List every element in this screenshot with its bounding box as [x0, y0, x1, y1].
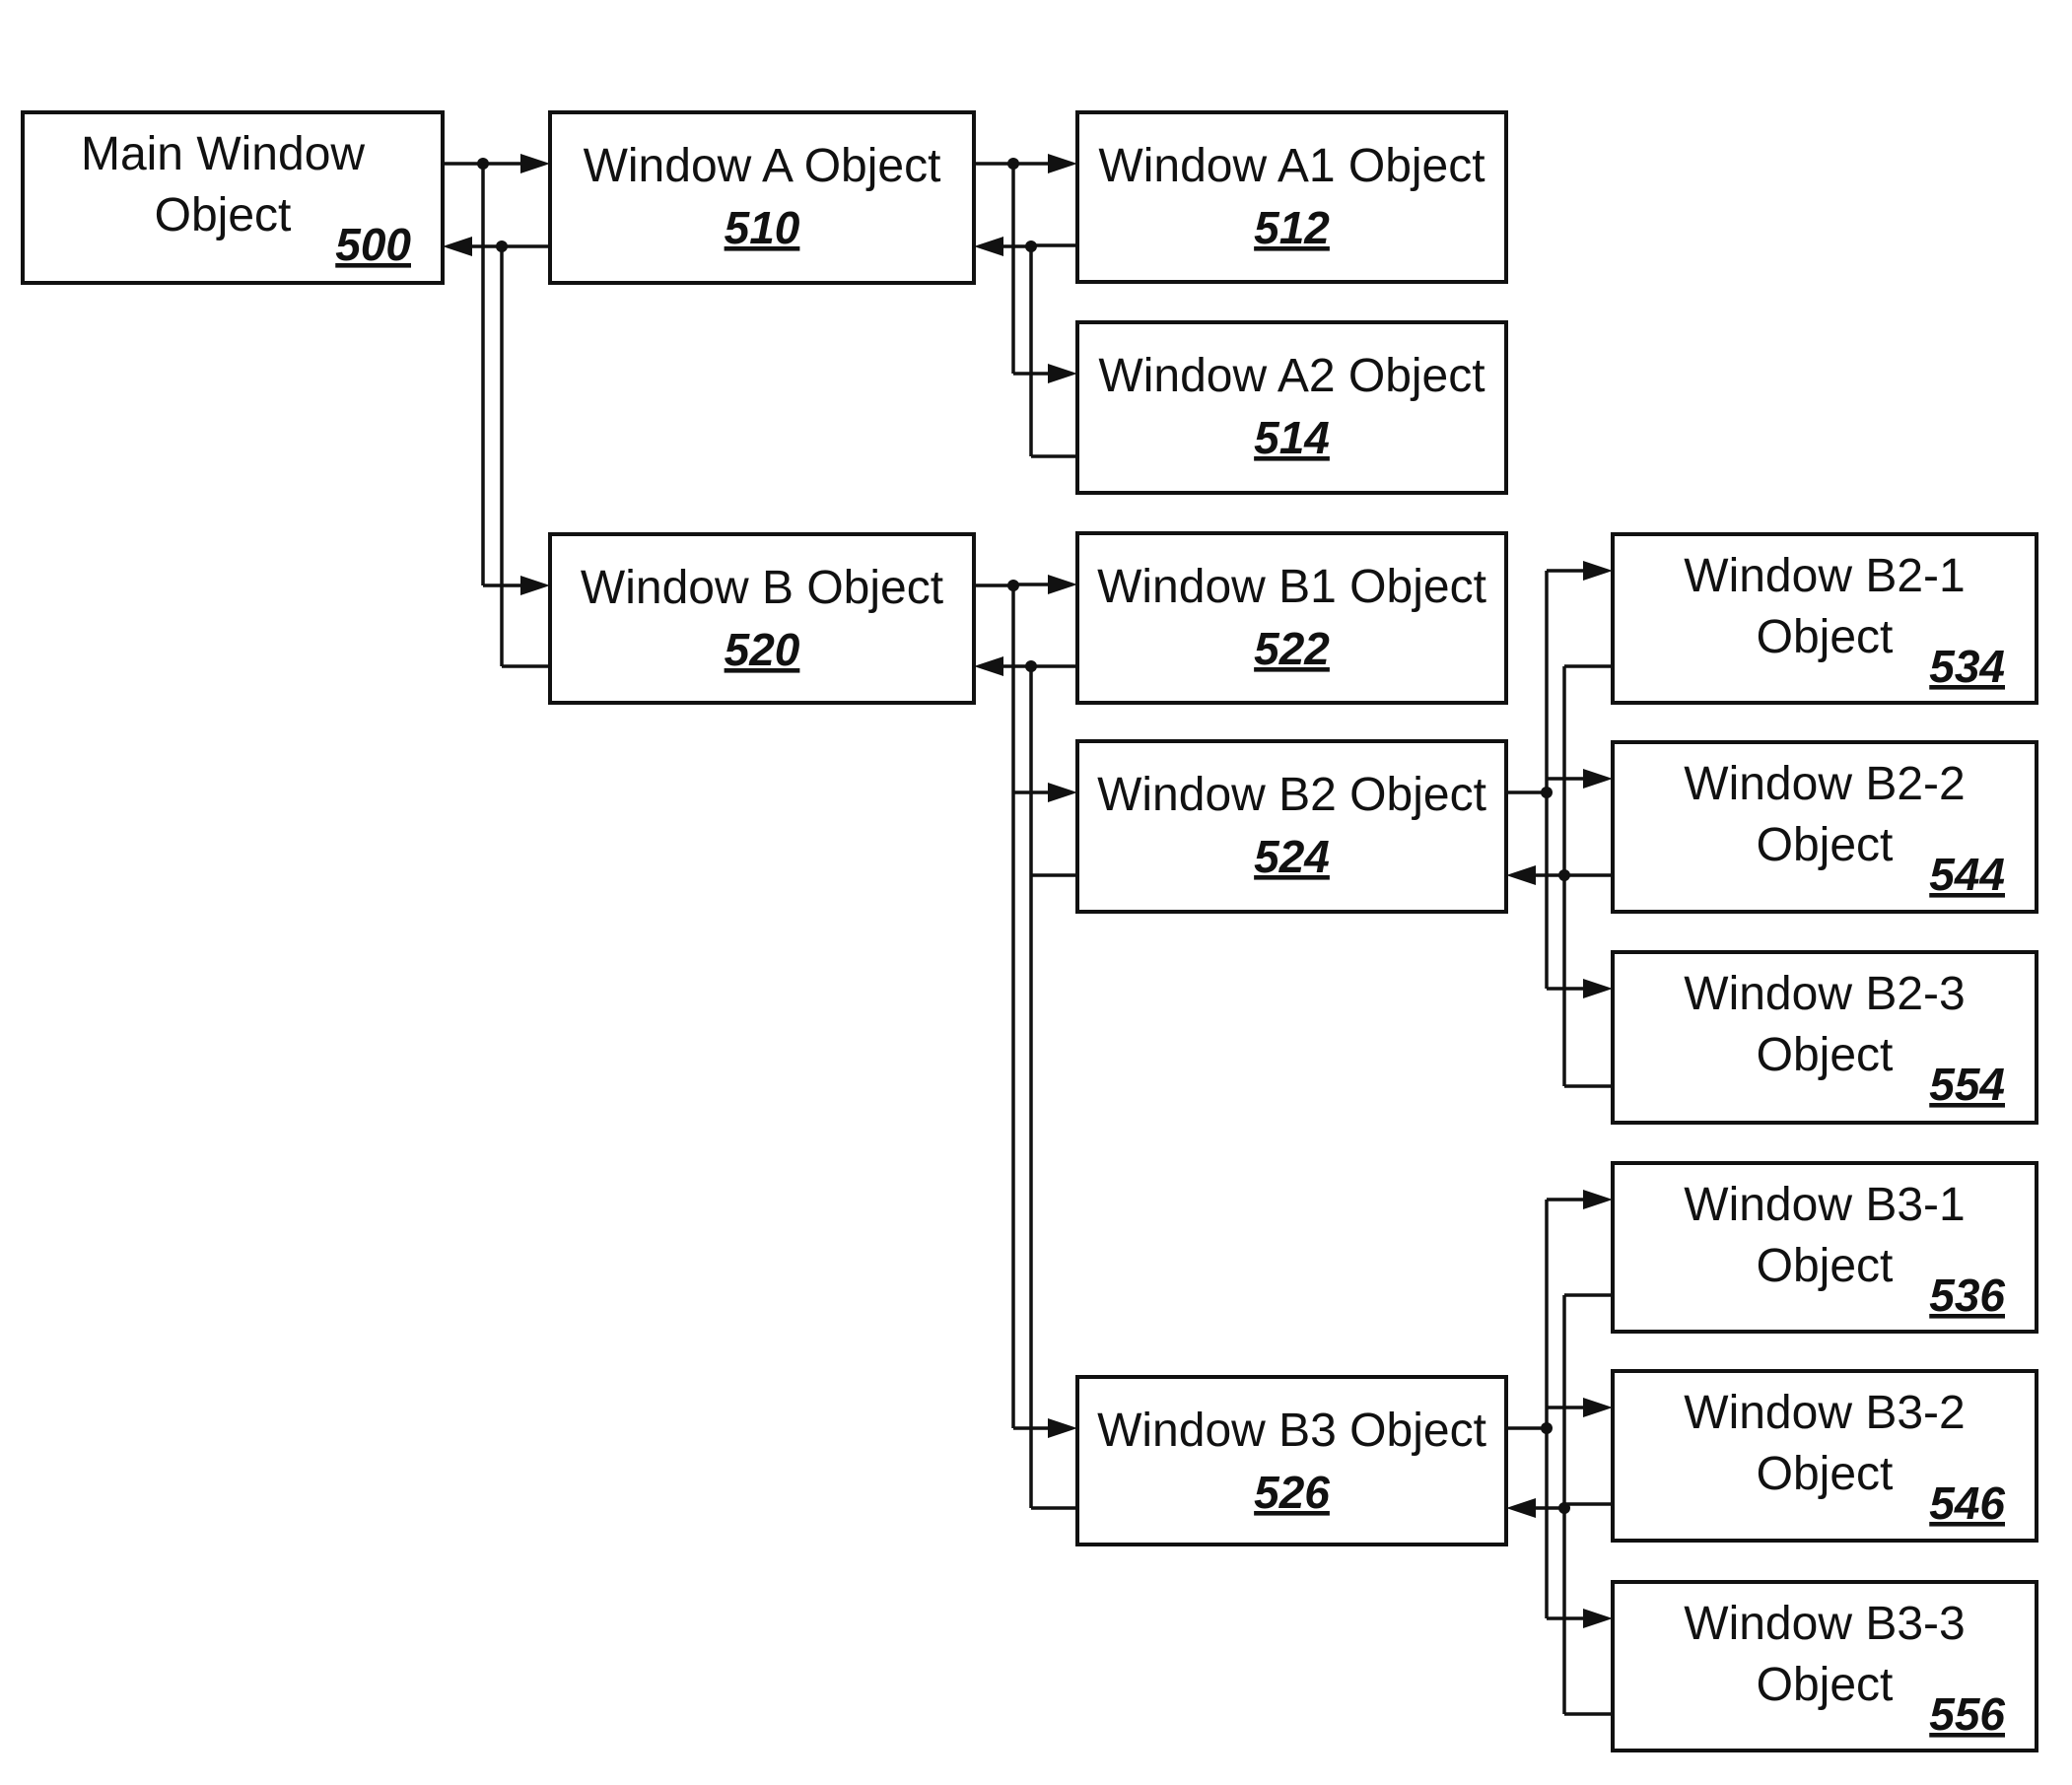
arrow-head-icon: [1506, 865, 1536, 885]
node-label-line: Window B3-3: [1684, 1598, 1965, 1650]
arrow-head-icon: [1583, 1190, 1613, 1209]
node-label: Window B Object: [581, 562, 943, 614]
reference-number: 514: [1254, 412, 1330, 463]
reference-number: 546: [1929, 1477, 2005, 1529]
junction-dot: [1541, 787, 1553, 798]
node-label-line: Window B3-1: [1684, 1179, 1965, 1231]
arrow-head-icon: [1048, 364, 1077, 383]
node-b2-1: Window B2-1 Object 534: [1611, 532, 2038, 705]
node-label-line: Window B2-3: [1684, 968, 1965, 1020]
node-label: Window B1 Object: [1097, 561, 1486, 613]
node-main: Main Window Object 500: [21, 110, 445, 285]
node-label: Window A1 Object: [1098, 140, 1485, 192]
node-label-line: Main Window: [81, 128, 365, 180]
node-b3-3: Window B3-3 Object 556: [1611, 1580, 2038, 1752]
reference-number: 556: [1929, 1688, 2005, 1740]
node-label-line: Object: [1757, 819, 1894, 871]
reference-number: 544: [1929, 849, 2005, 900]
arrow-head-icon: [1048, 783, 1077, 802]
node-label-line: Object: [155, 189, 292, 241]
reference-number: 554: [1929, 1059, 2005, 1110]
reference-number: 512: [1254, 202, 1330, 253]
reference-number: 536: [1929, 1270, 2005, 1321]
arrow-head-icon: [1506, 1498, 1536, 1518]
node-box: [1075, 320, 1508, 495]
arrow-head-icon: [1583, 979, 1613, 998]
node-label: Window B2 Object: [1097, 769, 1486, 821]
node-a1: Window A1 Object 512: [1075, 110, 1508, 284]
node-box: [1075, 739, 1508, 914]
node-b2: Window B2 Object 524: [1075, 739, 1508, 914]
reference-number: 510: [725, 202, 800, 253]
node-label-line: Window B2-1: [1684, 550, 1965, 602]
arrow-head-icon: [1048, 154, 1077, 173]
node-a: Window A Object 510: [548, 110, 976, 285]
node-b1: Window B1 Object 522: [1075, 531, 1508, 705]
arrow-head-icon: [1583, 1398, 1613, 1417]
connector-main: [443, 154, 550, 668]
node-b3: Window B3 Object 526: [1075, 1375, 1508, 1546]
node-label-line: Object: [1757, 1448, 1894, 1500]
arrow-head-icon: [974, 656, 1003, 676]
connector-b3: [1506, 1190, 1613, 1716]
node-b3-1: Window B3-1 Object 536: [1611, 1161, 2038, 1334]
reference-number: 520: [725, 624, 800, 675]
window-hierarchy-diagram: Main WindowObject500Window A Object510Wi…: [21, 110, 2038, 1752]
reference-number: 534: [1929, 641, 2005, 692]
node-b: Window B Object 520: [548, 532, 976, 705]
reference-number: 526: [1254, 1467, 1330, 1518]
node-label: Window A2 Object: [1098, 350, 1485, 402]
node-a2: Window A2 Object 514: [1075, 320, 1508, 495]
node-b3-2: Window B3-2 Object 546: [1611, 1369, 2038, 1543]
node-b2-2: Window B2-2 Object 544: [1611, 740, 2038, 914]
reference-number: 524: [1254, 831, 1330, 882]
arrow-head-icon: [1048, 575, 1077, 594]
node-label-line: Object: [1757, 1659, 1894, 1711]
arrow-head-icon: [1583, 561, 1613, 581]
reference-number: 522: [1254, 623, 1330, 674]
node-label: Window B3 Object: [1097, 1405, 1486, 1457]
arrow-head-icon: [520, 576, 550, 595]
node-label-line: Object: [1757, 1240, 1894, 1292]
node-box: [1075, 110, 1508, 284]
node-label-line: Window B2-2: [1684, 758, 1965, 810]
arrow-head-icon: [1583, 769, 1613, 789]
node-box: [548, 532, 976, 705]
arrow-head-icon: [1048, 1418, 1077, 1438]
connector-b: [974, 575, 1077, 1510]
node-b2-3: Window B2-3 Object 554: [1611, 950, 2038, 1125]
node-label-line: Object: [1757, 611, 1894, 663]
node-label: Window A Object: [584, 140, 941, 192]
node-box: [1075, 1375, 1508, 1546]
arrow-head-icon: [443, 237, 472, 256]
arrow-head-icon: [520, 154, 550, 173]
node-label-line: Window B3-2: [1684, 1387, 1965, 1439]
node-box: [1075, 531, 1508, 705]
connector-a: [974, 154, 1077, 458]
connector-b2: [1506, 561, 1613, 1088]
node-box: [548, 110, 976, 285]
junction-dot: [1541, 1422, 1553, 1434]
node-label-line: Object: [1757, 1029, 1894, 1081]
arrow-head-icon: [974, 237, 1003, 256]
reference-number: 500: [335, 219, 411, 270]
arrow-head-icon: [1583, 1609, 1613, 1628]
